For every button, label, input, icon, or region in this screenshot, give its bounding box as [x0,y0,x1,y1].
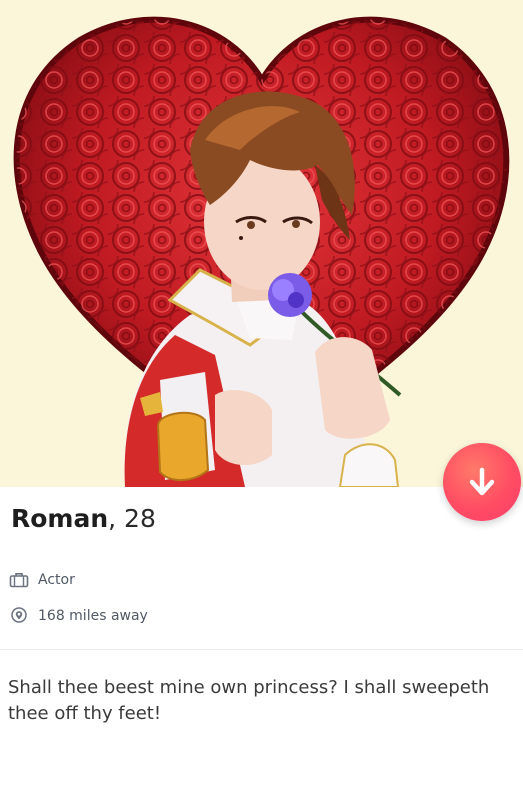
profile-photo[interactable] [0,0,523,487]
profile-age: , 28 [108,504,156,533]
job-row: Actor [8,571,75,589]
distance-text: 168 miles away [38,608,148,624]
profile-bio: Shall thee beest mine own princess? I sh… [8,677,490,724]
job-text: Actor [38,572,75,588]
name-age-row: Roman, 28 [11,503,156,535]
profile-illustration [13,16,510,487]
show-less-button[interactable] [443,443,521,521]
profile-name: Roman [11,504,109,533]
distance-row: 168 miles away [8,607,148,625]
arrow-down-icon [469,467,495,496]
location-pin-icon [8,607,30,625]
divider [0,649,523,650]
briefcase-icon [8,571,30,589]
